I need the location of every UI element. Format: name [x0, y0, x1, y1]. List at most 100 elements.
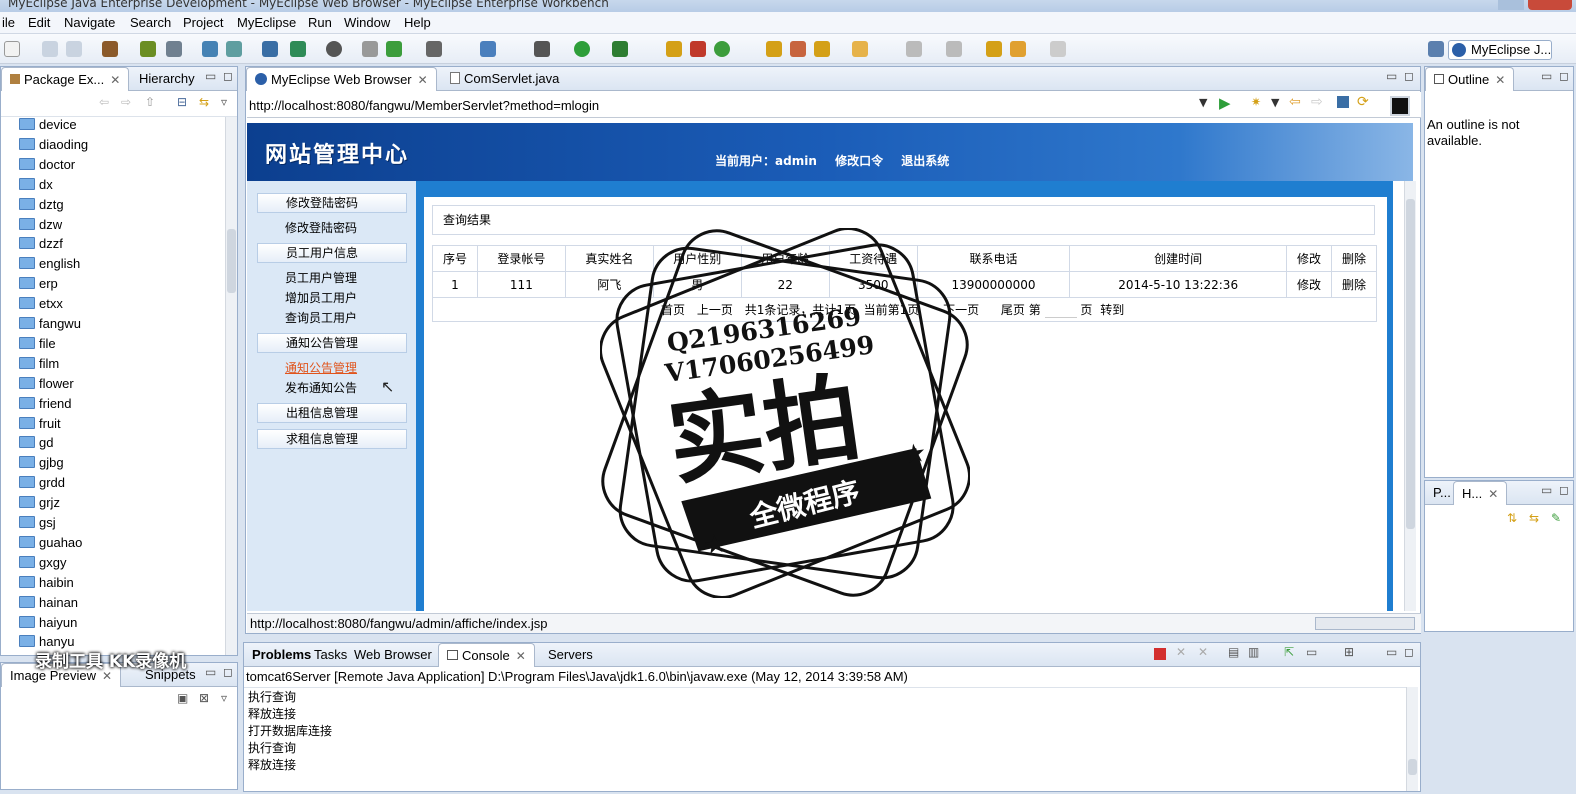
view-menu-icon[interactable]: ▿ — [221, 95, 227, 109]
pager-goto[interactable]: 转到 — [1100, 303, 1124, 317]
close-window-button[interactable] — [1528, 0, 1572, 10]
display-console-icon[interactable]: ▭ — [1306, 645, 1317, 659]
tab-servers[interactable]: Servers — [540, 643, 601, 667]
pin-console-icon[interactable]: ⇱ — [1284, 645, 1294, 659]
maximize-icon[interactable]: ◻ — [1559, 69, 1569, 83]
menu-window[interactable]: Window — [344, 15, 390, 30]
tree-item[interactable]: device — [19, 117, 77, 135]
tree-item[interactable]: fangwu — [19, 314, 81, 334]
menu-myeclipse[interactable]: MyEclipse — [237, 15, 296, 30]
tree-scrollbar[interactable] — [225, 117, 237, 655]
globe-icon[interactable] — [326, 41, 342, 57]
menu-help[interactable]: Help — [404, 15, 431, 30]
back-icon[interactable] — [1010, 41, 1026, 57]
tree-item[interactable]: grjz — [19, 493, 60, 513]
menu-navigate[interactable]: Navigate — [64, 15, 115, 30]
view-menu-icon[interactable]: ▿ — [221, 691, 227, 705]
refresh-icon[interactable]: ⟳ — [1357, 94, 1369, 110]
tree-item[interactable]: erp — [19, 274, 58, 294]
remove-launch-icon[interactable]: ✕ — [1176, 645, 1186, 659]
open-perspective-icon[interactable] — [1428, 41, 1444, 57]
menu-item-manage-employees[interactable]: 员工用户管理 — [285, 269, 357, 287]
favorites-dropdown-icon[interactable]: ▼ — [1271, 96, 1279, 109]
minimize-icon[interactable]: ▭ — [1541, 483, 1552, 497]
close-icon[interactable]: ✕ — [418, 73, 428, 87]
tree-item[interactable]: friend — [19, 394, 72, 414]
cut-icon[interactable] — [362, 41, 378, 57]
scroll-thumb[interactable] — [1408, 759, 1417, 775]
refresh-icon[interactable] — [714, 41, 730, 57]
terminate-icon[interactable] — [1154, 648, 1166, 660]
tree-item[interactable]: dztg — [19, 195, 64, 215]
new-icon[interactable]: ✎ — [1551, 511, 1561, 525]
fit-icon[interactable]: ⊠ — [199, 691, 209, 705]
tab-comservlet[interactable]: ComServlet.java — [442, 67, 567, 91]
web-icon[interactable] — [262, 41, 278, 57]
link-icon[interactable]: ⇆ — [1529, 511, 1539, 525]
menu-head-password[interactable]: 修改登陆密码 — [257, 193, 407, 213]
open-resource-icon[interactable] — [690, 41, 706, 57]
menu-item-add-employee[interactable]: 增加员工用户 — [285, 289, 357, 307]
tree-item[interactable]: haiyun — [19, 613, 77, 633]
perspective-switcher[interactable]: MyEclipse J... — [1448, 40, 1552, 60]
tree-item[interactable]: gsj — [19, 513, 56, 533]
add-icon[interactable] — [386, 41, 402, 57]
tab-package-explorer[interactable]: Package Ex... ✕ — [1, 67, 130, 91]
tree-item[interactable]: gjbg — [19, 453, 64, 473]
external-tools-icon[interactable] — [612, 41, 628, 57]
scroll-thumb[interactable] — [227, 229, 236, 293]
open-folder-icon[interactable] — [766, 41, 782, 57]
open-type-icon[interactable] — [666, 41, 682, 57]
remove-all-icon[interactable]: ✕ — [1198, 645, 1208, 659]
minimize-icon[interactable]: ▭ — [1541, 69, 1552, 83]
tree-item[interactable]: file — [19, 334, 56, 354]
url-input[interactable] — [249, 95, 1199, 115]
up-icon[interactable]: ⇧ — [145, 95, 155, 109]
minimize-icon[interactable]: ▭ — [205, 665, 216, 679]
tree-item[interactable]: gd — [19, 433, 53, 453]
tree-item[interactable]: english — [19, 254, 80, 274]
maximize-icon[interactable]: ◻ — [1404, 645, 1414, 659]
debug-icon[interactable] — [534, 41, 550, 57]
tab-console[interactable]: Console ✕ — [438, 643, 535, 667]
pager-prev[interactable]: 上一页 — [697, 303, 733, 317]
scroll-thumb[interactable] — [1406, 199, 1415, 529]
console-scrollbar[interactable] — [1406, 687, 1418, 791]
menu-item-change-password[interactable]: 修改登陆密码 — [285, 219, 357, 237]
tree-item[interactable]: etxx — [19, 294, 63, 314]
scroll-lock-icon[interactable]: ▥ — [1248, 645, 1259, 659]
menu-run[interactable]: Run — [308, 15, 332, 30]
next-annotation-icon[interactable] — [906, 41, 922, 57]
collapse-all-icon[interactable]: ⊟ — [177, 95, 187, 109]
prev-annotation-icon[interactable] — [946, 41, 962, 57]
menu-item-publish-notice[interactable]: 发布通知公告 — [285, 379, 357, 397]
stop-icon[interactable] — [1337, 96, 1349, 108]
run-icon[interactable] — [574, 41, 590, 57]
menu-search[interactable]: Search — [130, 15, 171, 30]
close-icon[interactable]: ✕ — [110, 73, 120, 87]
browser-scrollbar[interactable] — [1404, 181, 1416, 611]
menu-item-manage-notices[interactable]: 通知公告管理 — [285, 359, 357, 377]
tree-item[interactable]: doctor — [19, 155, 75, 175]
link-editor-icon[interactable]: ⇆ — [199, 95, 209, 109]
deploy-icon[interactable] — [202, 41, 218, 57]
task-icon[interactable] — [814, 41, 830, 57]
pager-last[interactable]: 尾页 — [1001, 303, 1025, 317]
close-icon[interactable]: ✕ — [1488, 487, 1498, 501]
favorites-icon[interactable]: ✷ — [1251, 95, 1261, 109]
browser-icon[interactable] — [290, 41, 306, 57]
menu-head-wanted[interactable]: 求租信息管理 — [257, 429, 407, 449]
back-icon[interactable]: ⇦ — [99, 95, 109, 109]
new-file-icon[interactable] — [4, 41, 20, 57]
last-edit-icon[interactable] — [986, 41, 1002, 57]
minimize-icon[interactable]: ▭ — [205, 69, 216, 83]
minimize-icon[interactable]: ▭ — [1386, 69, 1397, 83]
tree-item[interactable]: flower — [19, 374, 74, 394]
maximize-icon[interactable]: ◻ — [1559, 483, 1569, 497]
bug-icon[interactable] — [140, 41, 156, 57]
change-password-link[interactable]: 修改口令 — [835, 154, 883, 168]
menu-file[interactable]: ile — [2, 15, 15, 30]
tree-item[interactable]: dzzf — [19, 234, 63, 254]
tree-item[interactable]: grdd — [19, 473, 65, 493]
edit-link[interactable]: 修改 — [1286, 271, 1332, 298]
